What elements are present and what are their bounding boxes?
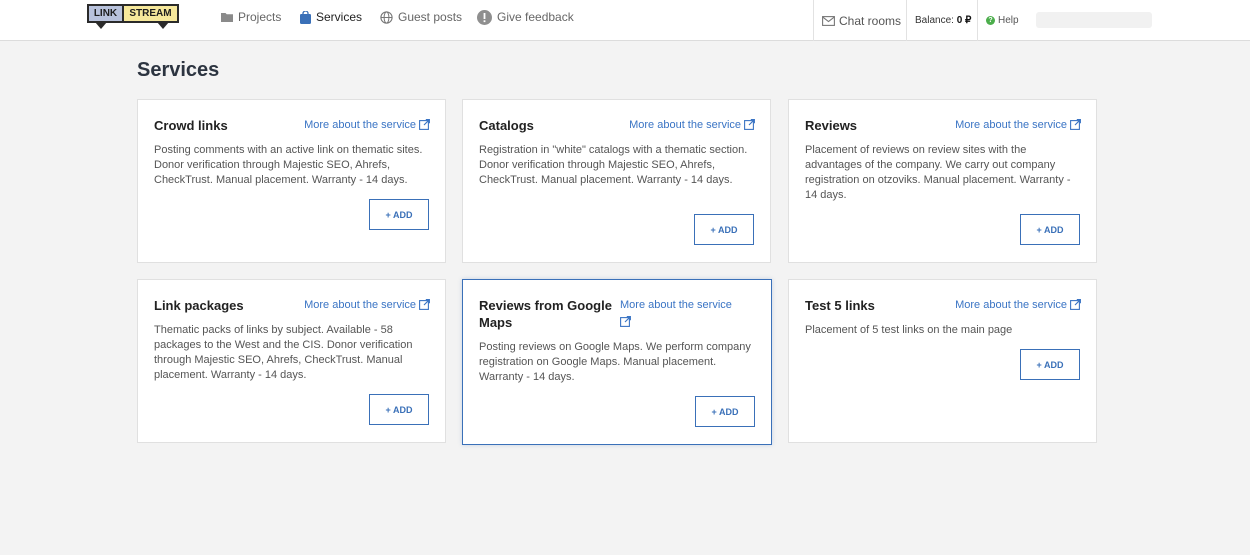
top-bar: LINK STREAM Projects Services Guest post… — [0, 0, 1250, 41]
external-link-icon — [419, 119, 430, 136]
service-card-catalogs: Catalogs More about the service Registra… — [462, 99, 771, 263]
nav-services[interactable]: Services — [300, 0, 362, 34]
service-card-link-packages: Link packages More about the service The… — [137, 279, 446, 443]
add-button[interactable]: + ADD — [1020, 349, 1080, 380]
more-about-label: More about the service — [304, 299, 416, 311]
card-title: Catalogs — [479, 118, 534, 133]
more-about-service-link[interactable]: More about the service — [955, 117, 1081, 136]
nav-services-label: Services — [316, 10, 363, 24]
shopping-bag-icon — [300, 10, 311, 24]
card-description: Placement of reviews on review sites wit… — [805, 144, 1071, 201]
add-button[interactable]: + ADD — [369, 394, 429, 425]
envelope-icon — [822, 15, 835, 26]
page-title: Services — [137, 59, 220, 81]
more-about-label: More about the service — [955, 299, 1067, 311]
service-card-reviews-google-maps: Reviews from Google Maps More about the … — [462, 279, 772, 445]
card-description: Registration in "white" catalogs with a … — [479, 144, 748, 186]
service-card-test-5-links: Test 5 links More about the service Plac… — [788, 279, 1097, 443]
balance-label: Balance: — [915, 15, 954, 26]
card-title: Test 5 links — [805, 298, 875, 313]
logo-right-text: STREAM — [122, 4, 179, 23]
external-link-icon — [620, 316, 631, 333]
more-about-service-link[interactable]: More about the service — [304, 297, 430, 316]
add-button[interactable]: + ADD — [1020, 214, 1080, 245]
nav-guest-posts[interactable]: Guest posts — [380, 0, 462, 34]
external-link-icon — [744, 119, 755, 136]
exclamation-icon — [477, 9, 492, 25]
nav-projects-label: Projects — [238, 10, 282, 24]
more-about-service-link[interactable]: More about the service — [304, 117, 430, 136]
logo-bubble-tail — [157, 22, 169, 29]
more-about-service-link[interactable]: More about the service — [620, 297, 746, 333]
external-link-icon — [419, 299, 430, 316]
more-about-service-link[interactable]: More about the service — [629, 117, 755, 136]
external-link-icon — [1070, 119, 1081, 136]
add-button[interactable]: + ADD — [694, 214, 754, 245]
balance-display[interactable]: Balance: 0 ₽ — [906, 0, 977, 41]
nav-give-feedback[interactable]: Give feedback — [477, 0, 574, 34]
logo-left-text: LINK — [87, 4, 124, 23]
more-about-label: More about the service — [955, 119, 1067, 131]
card-title: Reviews from Google Maps — [479, 298, 612, 330]
chat-rooms-label: Chat rooms — [839, 13, 902, 28]
card-description: Placement of 5 test links on the main pa… — [805, 324, 1013, 336]
linkstream-logo[interactable]: LINK STREAM — [87, 4, 179, 32]
chat-rooms-link[interactable]: Chat rooms — [813, 0, 906, 41]
external-link-icon — [1070, 299, 1081, 316]
user-account-blurred[interactable] — [1036, 12, 1152, 28]
help-link[interactable]: ? Help — [977, 0, 1027, 41]
service-card-reviews: Reviews More about the service Placement… — [788, 99, 1097, 263]
globe-icon — [380, 10, 393, 24]
more-about-label: More about the service — [304, 119, 416, 131]
card-description: Posting comments with an active link on … — [154, 144, 423, 186]
help-label: Help — [998, 15, 1019, 26]
nav-projects[interactable]: Projects — [221, 0, 281, 34]
help-icon: ? — [986, 16, 995, 25]
logo-bubble-tail — [95, 22, 107, 29]
nav-guest-posts-label: Guest posts — [398, 10, 463, 24]
card-title: Link packages — [154, 298, 244, 313]
card-description: Posting reviews on Google Maps. We perfo… — [479, 341, 751, 383]
more-about-label: More about the service — [629, 119, 741, 131]
card-description: Thematic packs of links by subject. Avai… — [154, 324, 413, 381]
balance-value: 0 ₽ — [956, 15, 972, 26]
nav-feedback-label: Give feedback — [497, 10, 574, 24]
card-title: Crowd links — [154, 118, 228, 133]
more-about-service-link[interactable]: More about the service — [955, 297, 1081, 316]
service-card-crowd-links: Crowd links More about the service Posti… — [137, 99, 446, 263]
more-about-label: More about the service — [620, 299, 732, 311]
add-button[interactable]: + ADD — [369, 199, 429, 230]
folder-icon — [221, 12, 233, 22]
card-title: Reviews — [805, 118, 858, 133]
add-button[interactable]: + ADD — [695, 396, 755, 427]
